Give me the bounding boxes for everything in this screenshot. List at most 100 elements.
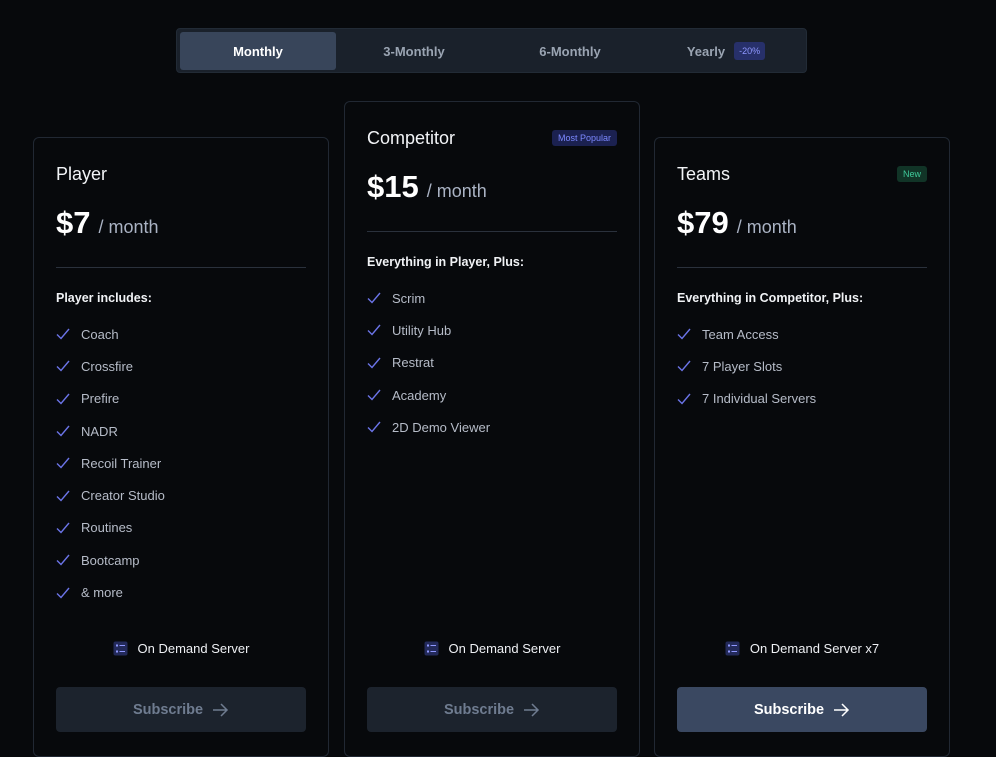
server-label: On Demand Server x7 bbox=[749, 641, 880, 656]
feature-item: Scrim bbox=[367, 282, 490, 314]
feature-label: Recoil Trainer bbox=[81, 455, 162, 471]
plan-name: Player bbox=[56, 164, 108, 184]
check-icon bbox=[367, 421, 381, 433]
feature-label: NADR bbox=[81, 423, 118, 439]
plan-card-teams: Teams New $79 / month Everything in Comp… bbox=[654, 137, 950, 757]
check-icon bbox=[367, 389, 381, 401]
check-icon bbox=[367, 292, 381, 304]
feature-label: Utility Hub bbox=[392, 322, 452, 338]
features-heading: Everything in Competitor, Plus: bbox=[677, 291, 864, 305]
feature-label: 7 Player Slots bbox=[702, 358, 783, 374]
check-icon bbox=[56, 587, 70, 599]
price-period: / month bbox=[98, 217, 159, 237]
plan-price: $15 / month bbox=[367, 169, 487, 205]
feature-item: Prefire bbox=[56, 383, 165, 415]
tab-label: 3-Monthly bbox=[383, 43, 445, 59]
price-amount: $7 bbox=[56, 205, 91, 240]
server-icon bbox=[113, 641, 127, 656]
subscribe-label: Subscribe bbox=[443, 701, 515, 718]
feature-item: Utility Hub bbox=[367, 314, 490, 346]
check-icon bbox=[677, 360, 691, 372]
server-info: On Demand Server bbox=[345, 641, 639, 656]
tab-label: Yearly bbox=[686, 43, 726, 59]
tab-label: Monthly bbox=[233, 43, 283, 59]
check-icon bbox=[56, 457, 70, 469]
feature-list: Scrim Utility Hub Restrat Academy 2D Dem… bbox=[367, 282, 490, 443]
check-icon bbox=[56, 490, 70, 502]
divider bbox=[56, 267, 306, 268]
check-icon bbox=[367, 324, 381, 336]
server-label: On Demand Server bbox=[137, 641, 250, 656]
server-label: On Demand Server bbox=[448, 641, 561, 656]
tab-monthly[interactable]: Monthly bbox=[180, 32, 336, 70]
feature-label: Routines bbox=[81, 520, 133, 536]
feature-item: NADR bbox=[56, 415, 165, 447]
feature-label: Coach bbox=[81, 326, 119, 342]
feature-item: Bootcamp bbox=[56, 544, 165, 576]
feature-label: Bootcamp bbox=[81, 552, 140, 568]
new-badge: New bbox=[896, 166, 927, 182]
check-icon bbox=[367, 357, 381, 369]
check-icon bbox=[56, 522, 70, 534]
server-icon bbox=[424, 641, 438, 656]
feature-label: & more bbox=[81, 585, 123, 601]
subscribe-label: Subscribe bbox=[753, 701, 825, 718]
subscribe-button[interactable]: Subscribe bbox=[56, 687, 306, 732]
tab-yearly[interactable]: Yearly -20% bbox=[648, 32, 804, 70]
arrow-right-icon bbox=[524, 702, 540, 717]
feature-item: Recoil Trainer bbox=[56, 447, 165, 479]
plan-price: $79 / month bbox=[677, 205, 797, 241]
tab-6-monthly[interactable]: 6-Monthly bbox=[492, 32, 648, 70]
feature-item: Creator Studio bbox=[56, 479, 165, 511]
feature-label: Academy bbox=[392, 387, 447, 403]
arrow-right-icon bbox=[834, 702, 850, 717]
feature-label: 2D Demo Viewer bbox=[392, 419, 491, 435]
plan-card-competitor: Competitor Most Popular $15 / month Ever… bbox=[344, 101, 640, 757]
features-heading: Player includes: bbox=[56, 291, 152, 305]
feature-item: Routines bbox=[56, 512, 165, 544]
subscribe-button[interactable]: Subscribe bbox=[677, 687, 927, 732]
feature-label: Team Access bbox=[702, 326, 779, 342]
check-icon bbox=[677, 328, 691, 340]
check-icon bbox=[56, 393, 70, 405]
feature-item: Crossfire bbox=[56, 350, 165, 382]
subscribe-label: Subscribe bbox=[132, 701, 204, 718]
check-icon bbox=[56, 328, 70, 340]
check-icon bbox=[56, 360, 70, 372]
discount-badge: -20% bbox=[734, 42, 766, 60]
feature-item: 7 Individual Servers bbox=[677, 383, 816, 415]
check-icon bbox=[56, 554, 70, 566]
plan-card-player: Player $7 / month Player includes: Coach… bbox=[33, 137, 329, 757]
feature-item: Restrat bbox=[367, 347, 490, 379]
plan-price: $7 / month bbox=[56, 205, 159, 241]
feature-item: Academy bbox=[367, 379, 490, 411]
feature-item: & more bbox=[56, 576, 165, 608]
feature-label: Creator Studio bbox=[81, 488, 165, 504]
feature-label: Prefire bbox=[81, 391, 120, 407]
price-amount: $15 bbox=[367, 169, 419, 204]
feature-label: Restrat bbox=[392, 355, 434, 371]
feature-list: Team Access 7 Player Slots 7 Individual … bbox=[677, 318, 816, 415]
price-period: / month bbox=[736, 217, 797, 237]
divider bbox=[367, 231, 617, 232]
feature-item: Team Access bbox=[677, 318, 816, 350]
features-heading: Everything in Player, Plus: bbox=[367, 255, 525, 269]
check-icon bbox=[677, 393, 691, 405]
feature-item: 2D Demo Viewer bbox=[367, 411, 490, 443]
server-info: On Demand Server x7 bbox=[655, 641, 949, 656]
server-info: On Demand Server bbox=[34, 641, 328, 656]
feature-item: 7 Player Slots bbox=[677, 350, 816, 382]
check-icon bbox=[56, 425, 70, 437]
subscribe-button[interactable]: Subscribe bbox=[367, 687, 617, 732]
divider bbox=[677, 267, 927, 268]
most-popular-badge: Most Popular bbox=[551, 130, 617, 146]
feature-item: Coach bbox=[56, 318, 165, 350]
price-period: / month bbox=[426, 181, 487, 201]
feature-list: Coach Crossfire Prefire NADR Recoil Trai… bbox=[56, 318, 165, 609]
feature-label: Crossfire bbox=[81, 358, 134, 374]
price-amount: $79 bbox=[677, 205, 729, 240]
server-icon bbox=[725, 641, 740, 656]
arrow-right-icon bbox=[213, 702, 229, 717]
tab-3-monthly[interactable]: 3-Monthly bbox=[336, 32, 492, 70]
feature-label: 7 Individual Servers bbox=[702, 391, 817, 407]
